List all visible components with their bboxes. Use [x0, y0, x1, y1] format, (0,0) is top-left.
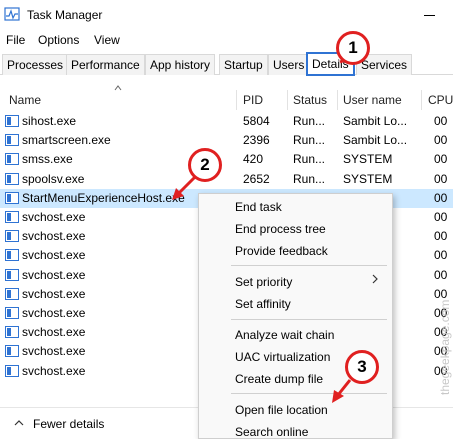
column-header-name[interactable]: Name: [9, 93, 41, 107]
column-header-row: Name PID Status User name CPU: [0, 90, 453, 110]
column-divider[interactable]: [337, 90, 338, 110]
cell-name: svchost.exe: [22, 210, 86, 224]
cell-name: svchost.exe: [22, 229, 86, 244]
cell-name: svchost.exe: [22, 286, 86, 301]
cell-name: svchost.exe: [22, 363, 86, 378]
context-menu: End task End process tree Provide feedba…: [198, 193, 393, 439]
process-icon: [5, 230, 19, 243]
menu-item-set-priority[interactable]: Set priority: [235, 275, 292, 289]
menu-view[interactable]: View: [94, 33, 120, 47]
cell-name: svchost.exe: [22, 267, 86, 282]
watermark: thegeekpage.com: [438, 300, 452, 395]
cell-cpu: 00: [434, 152, 448, 167]
cell-user-name: Sambit Lo...: [343, 114, 408, 128]
menu-item-end-process-tree[interactable]: End process tree: [235, 222, 326, 236]
process-icon: [5, 115, 19, 127]
tab-app-history[interactable]: App history: [145, 54, 216, 75]
column-divider[interactable]: [287, 90, 288, 110]
menu-item-analyze-wait-chain[interactable]: Analyze wait chain: [235, 328, 334, 342]
menu-item-search-online[interactable]: Search online: [235, 425, 308, 439]
process-icon: [5, 249, 19, 262]
table-row[interactable]: smartscreen.exe 2396 Run... Sambit Lo... 00: [0, 131, 453, 150]
tab-users[interactable]: Users: [268, 54, 310, 75]
process-icon: [5, 153, 19, 166]
tab-processes[interactable]: Processes: [2, 54, 69, 75]
cell-pid: 420: [243, 152, 264, 167]
cell-user-name: Sambit Lo...: [343, 133, 408, 148]
cell-name: StartMenuExperienceHost.exe: [22, 190, 185, 205]
menu-bar: File Options View: [0, 31, 453, 49]
menu-file[interactable]: File: [6, 33, 25, 47]
process-icon: [5, 172, 19, 185]
table-row[interactable]: sihost.exe 5804 Run... Sambit Lo... 00: [0, 112, 453, 131]
cell-cpu: 00: [434, 133, 448, 148]
table-row[interactable]: smss.exe 420 Run... SYSTEM 00: [0, 150, 453, 169]
cell-cpu: 00: [434, 114, 448, 128]
menu-item-end-task[interactable]: End task: [235, 200, 282, 214]
process-icon: [5, 345, 19, 358]
cell-user-name: SYSTEM: [343, 152, 393, 167]
menu-separator: [231, 393, 387, 394]
menu-item-uac-virtualization[interactable]: UAC virtualization: [235, 350, 330, 364]
process-icon: [5, 268, 19, 281]
column-header-pid[interactable]: PID: [243, 93, 263, 107]
process-icon: [5, 134, 19, 147]
process-icon: [5, 191, 19, 204]
cell-cpu: 00: [434, 171, 448, 186]
cell-user-name: SYSTEM: [343, 171, 393, 186]
process-icon: [5, 287, 19, 300]
callout-1: 1: [336, 31, 370, 65]
cell-pid: 5804: [243, 114, 270, 128]
cell-name: svchost.exe: [22, 344, 86, 359]
cell-name: spoolsv.exe: [22, 171, 85, 186]
process-icon: [5, 364, 19, 377]
cell-name: svchost.exe: [22, 248, 86, 263]
chevron-up-icon[interactable]: [14, 419, 24, 427]
callout-3: 3: [345, 350, 379, 384]
cell-status: Run...: [293, 114, 326, 128]
menu-options[interactable]: Options: [38, 33, 79, 47]
column-divider[interactable]: [236, 90, 237, 110]
column-header-status[interactable]: Status: [293, 93, 327, 107]
column-header-user-name[interactable]: User name: [343, 93, 402, 107]
menu-item-set-affinity[interactable]: Set affinity: [235, 297, 291, 311]
cell-name: sihost.exe: [22, 114, 77, 128]
tab-strip: Processes Performance App history Startu…: [0, 52, 453, 76]
table-row[interactable]: spoolsv.exe 2652 Run... SYSTEM 00: [0, 170, 453, 189]
column-divider[interactable]: [421, 90, 422, 110]
cell-pid: 2652: [243, 171, 270, 186]
menu-separator: [231, 319, 387, 320]
menu-separator: [231, 265, 387, 266]
watermark-text: thegeekpage.com: [438, 300, 452, 395]
chevron-right-icon: [372, 274, 378, 284]
cell-name: svchost.exe: [22, 306, 86, 320]
cell-name: svchost.exe: [22, 325, 86, 340]
cell-name: smss.exe: [22, 152, 73, 167]
menu-item-create-dump-file[interactable]: Create dump file: [235, 372, 323, 386]
cell-pid: 2396: [243, 133, 270, 148]
process-icon: [5, 326, 19, 339]
cell-name: smartscreen.exe: [22, 133, 111, 148]
process-icon: [5, 211, 19, 223]
menu-item-open-file-location[interactable]: Open file location: [235, 403, 328, 417]
window-title: Task Manager: [27, 8, 103, 22]
callout-2: 2: [188, 148, 222, 182]
minimize-button[interactable]: [418, 6, 448, 24]
fewer-details-button[interactable]: Fewer details: [33, 417, 104, 431]
process-icon: [5, 307, 19, 319]
menu-item-provide-feedback[interactable]: Provide feedback: [235, 244, 328, 258]
cell-status: Run...: [293, 152, 326, 167]
tab-performance[interactable]: Performance: [66, 54, 145, 75]
cell-status: Run...: [293, 133, 326, 148]
cell-status: Run...: [293, 171, 326, 186]
title-bar: Task Manager: [0, 0, 453, 30]
column-header-cpu[interactable]: CPU: [428, 93, 453, 107]
task-manager-icon: [4, 7, 20, 21]
tab-startup[interactable]: Startup: [219, 54, 268, 75]
